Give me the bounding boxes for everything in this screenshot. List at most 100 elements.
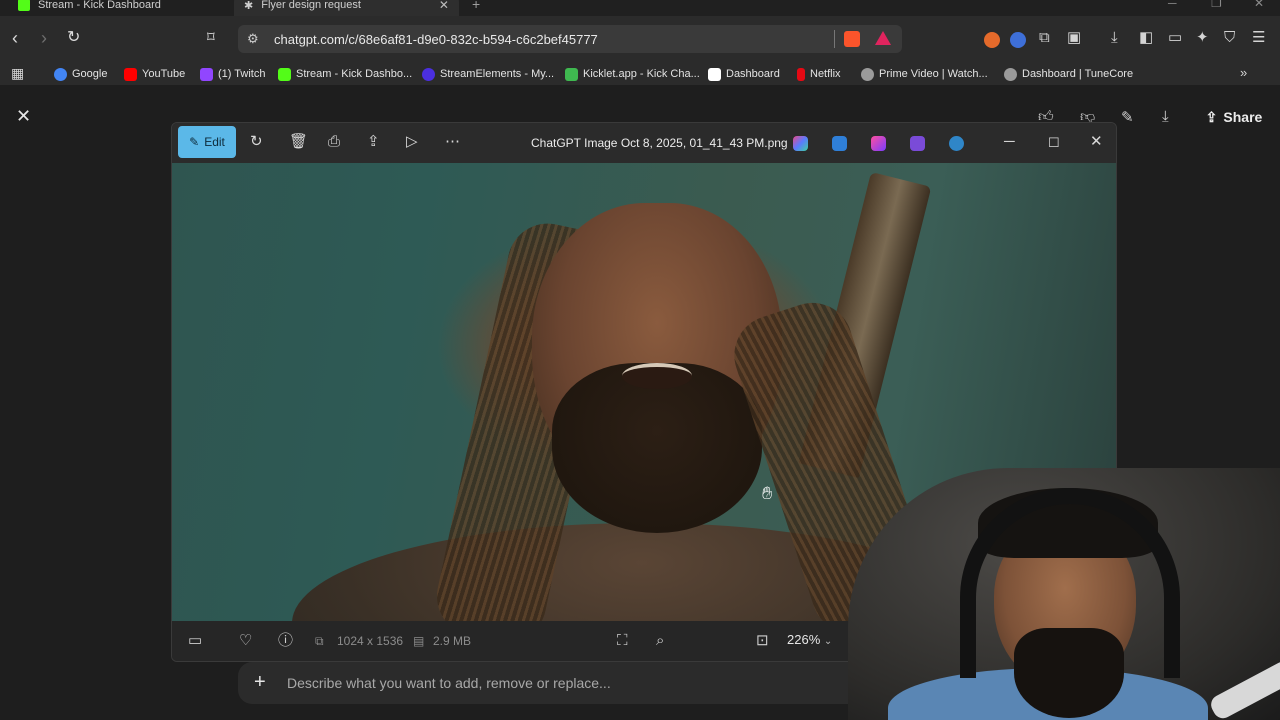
share-icon[interactable]: ⇪ [367, 133, 380, 151]
kick-icon [278, 67, 291, 81]
reload-icon[interactable]: ↻ [67, 28, 80, 48]
prompt-placeholder[interactable]: Describe what you want to add, remove or… [287, 675, 611, 691]
edit-label: Edit [204, 135, 225, 149]
globe-icon [861, 67, 874, 81]
tab-flyer-design-request[interactable]: ✱ Flyer design request ✕ [234, 0, 459, 16]
bookmark-label: Dashboard | TuneCore [1022, 68, 1134, 80]
divider [834, 30, 835, 48]
vpn-shield-icon[interactable]: ⛉ [1224, 29, 1235, 47]
tab-kick-dashboard[interactable]: Stream - Kick Dashboard [18, 0, 161, 16]
bookmark-label: (1) Twitch [218, 68, 266, 80]
chevron-down-icon: ⌄ [823, 636, 833, 647]
onedrive-icon[interactable] [949, 136, 964, 151]
image-dimensions: 1024 x 1536 [337, 634, 404, 648]
image-mouth [622, 363, 692, 389]
info-icon[interactable]: ⓘ [278, 632, 293, 650]
bookmark-kicklet[interactable]: Kicklet.app - Kick Cha... [565, 66, 700, 82]
minimize-window-icon[interactable]: ─ [1168, 0, 1177, 10]
filmstrip-icon[interactable]: ▭ [188, 632, 202, 650]
share-icon: ⇪ [1205, 108, 1218, 125]
site-settings-icon[interactable]: ⚙ [247, 31, 259, 47]
extension-icon[interactable] [1010, 32, 1026, 48]
edit-button[interactable]: ✎ Edit [178, 126, 236, 158]
photos-app-icon[interactable] [832, 136, 847, 151]
bookmark-label: Google [72, 68, 108, 80]
edit-icon: ✎ [189, 135, 200, 149]
tab-label: Flyer design request [261, 0, 361, 11]
bookmark-dashboard[interactable]: Dashboard [708, 66, 780, 82]
bookmark-kick-dashboard[interactable]: Stream - Kick Dashbo... [278, 66, 412, 82]
copilot-icon[interactable] [793, 136, 808, 151]
twitch-icon [200, 67, 213, 81]
bookmark-google[interactable]: Google [54, 66, 107, 82]
share-button[interactable]: ⇪ Share [1196, 102, 1272, 132]
bookmark-twitch[interactable]: (1) Twitch [200, 66, 265, 82]
netflix-icon [797, 67, 805, 81]
image-edit-prompt-bar[interactable]: + Describe what you want to add, remove … [238, 662, 938, 704]
add-attachment-icon[interactable]: + [254, 671, 266, 694]
bookmark-label: Netflix [810, 68, 841, 80]
bookmark-label: Dashboard [726, 68, 780, 80]
bookmark-streamelements[interactable]: StreamElements - My... [422, 66, 554, 82]
browser-toolbar: ‹ › ↻ ⌑ ⚙ chatgpt.com/c/68e6af81-d9e0-83… [0, 16, 1280, 62]
slideshow-icon[interactable]: ▷ [406, 133, 418, 151]
bookmark-label: YouTube [142, 68, 186, 80]
rotate-icon[interactable]: ↻ [250, 133, 263, 151]
streamelements-icon [422, 67, 435, 81]
close-icon[interactable]: ✕ [1090, 133, 1103, 151]
hand-cursor-icon: ✋︎ [762, 483, 773, 503]
menu-icon[interactable]: ☰ [1252, 29, 1265, 47]
delete-icon[interactable]: 🗑︎ [289, 133, 308, 151]
maximize-icon[interactable]: ☐ [1048, 134, 1060, 152]
downloads-icon[interactable]: ⤓ [1111, 29, 1118, 47]
file-name: ChatGPT Image Oct 8, 2025, 01_41_43 PM.p… [531, 136, 788, 150]
bookmark-label: StreamElements - My... [440, 68, 555, 80]
more-options-icon[interactable]: ⋯ [445, 133, 460, 151]
clipchamp-icon[interactable] [910, 136, 925, 151]
bookmark-youtube[interactable]: YouTube [124, 66, 185, 82]
tab-strip: Stream - Kick Dashboard ✱ Flyer design r… [0, 0, 1280, 16]
favorite-heart-icon[interactable]: ♡ [239, 632, 252, 650]
file-size-icon: ▤ [413, 634, 425, 648]
fit-to-window-icon[interactable]: ⊡ [756, 632, 769, 650]
close-window-icon[interactable]: ✕ [1254, 0, 1264, 10]
sidebar-icon[interactable]: ◧ [1139, 29, 1153, 47]
forward-icon[interactable]: › [41, 28, 47, 48]
more-bookmarks-icon[interactable]: » [1240, 64, 1247, 82]
bookmark-netflix[interactable]: Netflix [797, 66, 841, 82]
leo-ai-icon[interactable]: ✦ [1196, 29, 1209, 47]
bookmark-label: Prime Video | Watch... [879, 68, 988, 80]
kick-icon [18, 0, 30, 11]
chatgpt-icon: ✱ [244, 0, 254, 12]
apps-grid-icon[interactable]: ▦ [11, 64, 24, 82]
zoom-level[interactable]: 226% ⌄ [787, 632, 832, 647]
bookmark-icon[interactable]: ⌑ [207, 28, 215, 48]
minimize-icon[interactable]: ─ [1004, 133, 1015, 151]
bookmark-tunecore[interactable]: Dashboard | TuneCore [1004, 66, 1133, 82]
webcam-overlay [848, 468, 1280, 720]
wallet-icon[interactable]: ▭ [1168, 29, 1182, 47]
bookmark-label: Kicklet.app - Kick Cha... [583, 68, 700, 80]
back-icon[interactable]: ‹ [12, 28, 18, 48]
tab-label: Stream - Kick Dashboard [38, 0, 161, 11]
download-icon[interactable]: ⤓ [1162, 108, 1169, 125]
edit-sparkle-icon[interactable]: ✎ [1121, 108, 1134, 126]
bookmark-prime-video[interactable]: Prime Video | Watch... [861, 66, 988, 82]
actual-size-icon[interactable]: ⛶ [617, 632, 628, 650]
youtube-icon [124, 67, 137, 81]
screenshot-icon[interactable]: ▣ [1067, 29, 1081, 47]
close-tab-icon[interactable]: ✕ [439, 0, 449, 12]
print-icon[interactable]: ⎙ [328, 133, 340, 151]
new-tab-icon[interactable]: + [472, 0, 480, 12]
extension-icon[interactable] [984, 32, 1000, 48]
restore-window-icon[interactable]: ❐ [1211, 0, 1222, 10]
close-image-view-icon[interactable]: ✕ [16, 106, 31, 127]
visual-search-icon[interactable]: ⌕ [656, 632, 664, 650]
address-bar[interactable]: ⚙ chatgpt.com/c/68e6af81-d9e0-832c-b594-… [238, 25, 902, 53]
viewer-titlebar: ✎ Edit ↻ 🗑︎ ⎙ ⇪ ▷ ⋯ ChatGPT Image Oct 8,… [172, 123, 1116, 163]
designer-icon[interactable] [871, 136, 886, 151]
dashboard-icon [708, 67, 721, 81]
brave-rewards-icon[interactable] [875, 31, 891, 45]
brave-shields-icon[interactable] [844, 31, 860, 47]
extensions-puzzle-icon[interactable]: ⧉ [1039, 29, 1050, 47]
